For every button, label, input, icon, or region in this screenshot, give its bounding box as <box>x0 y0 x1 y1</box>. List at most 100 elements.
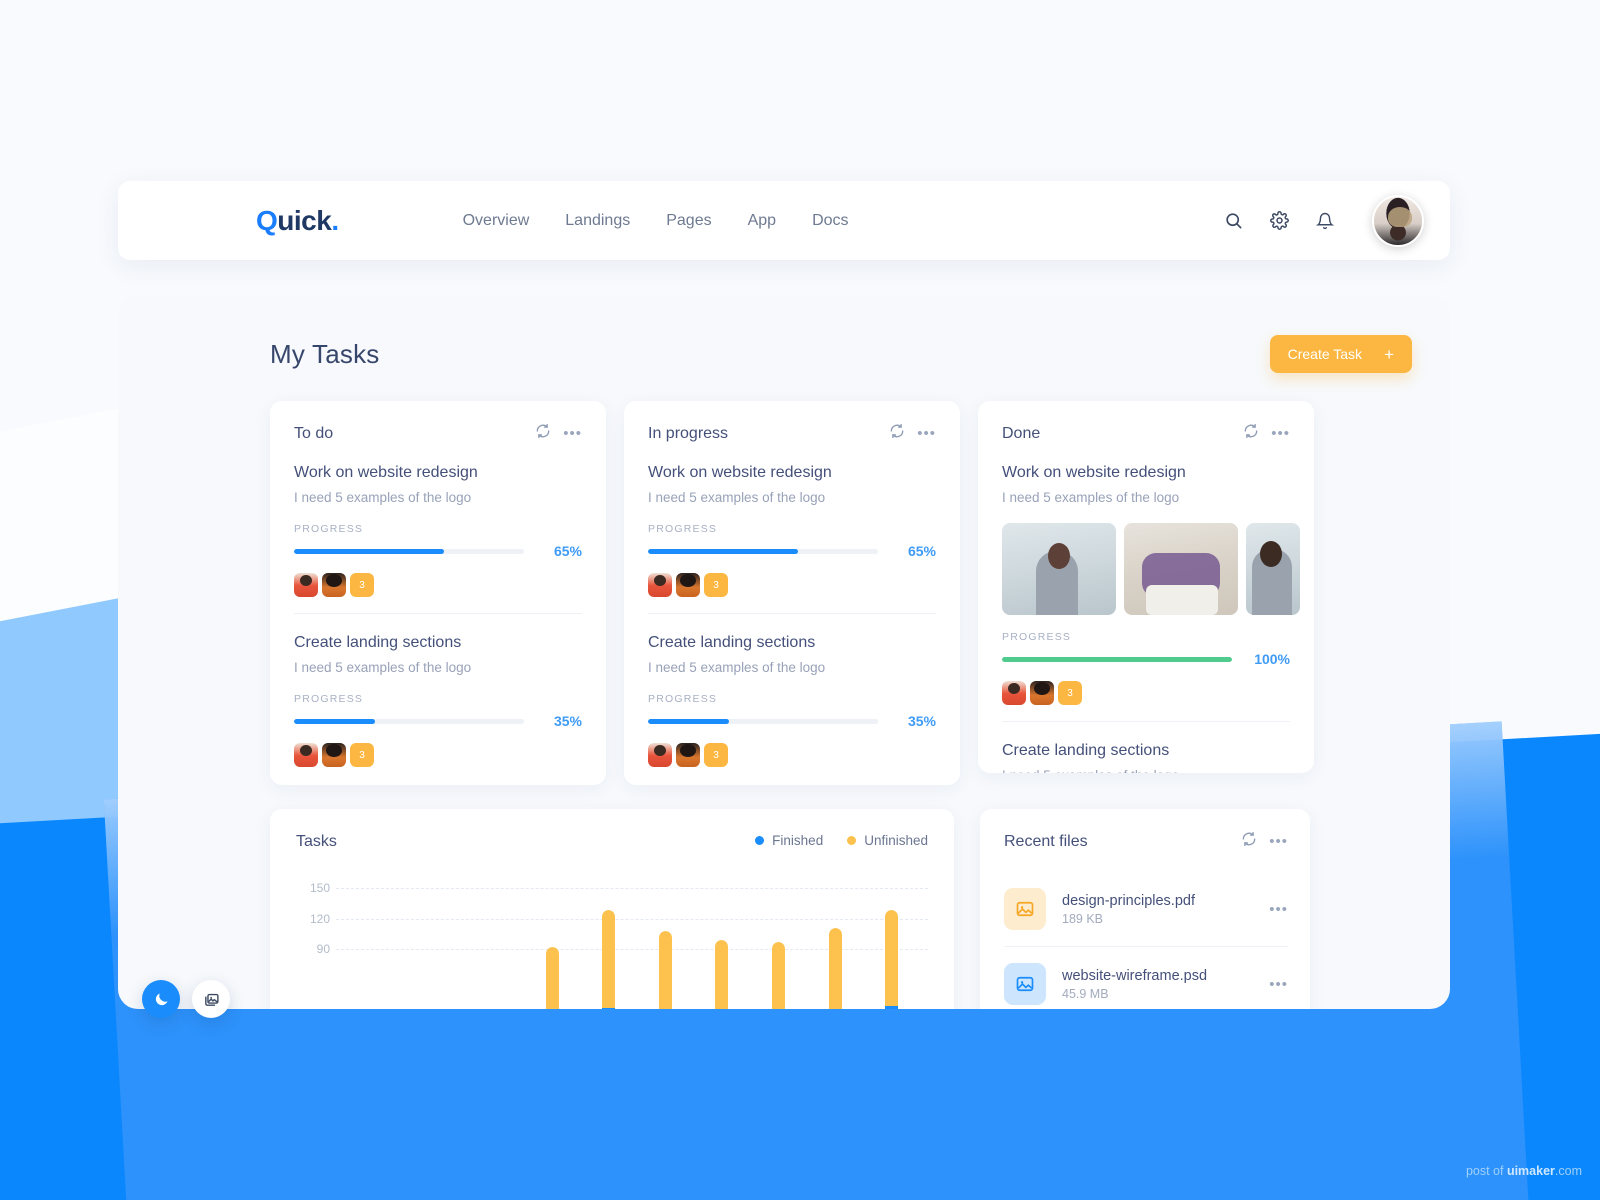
watermark-prefix: post of <box>1465 1164 1507 1178</box>
chart-plot-area: 90 120 150 <box>296 873 928 1009</box>
progress-fill <box>294 718 375 724</box>
avatar-overflow-badge[interactable]: 3 <box>704 573 728 597</box>
attachment-thumbnail[interactable] <box>1246 523 1300 615</box>
column-actions: ••• <box>889 423 936 444</box>
more-options-icon[interactable]: ••• <box>917 426 936 441</box>
avatar[interactable] <box>648 743 672 767</box>
chart-bar[interactable] <box>545 947 559 1009</box>
bell-icon[interactable] <box>1314 210 1336 232</box>
avatar-overflow-badge[interactable]: 3 <box>350 573 374 597</box>
more-options-icon[interactable]: ••• <box>1271 426 1290 441</box>
refresh-icon[interactable] <box>889 423 905 444</box>
chart-bar[interactable] <box>828 928 842 1009</box>
chart-header: Tasks Finished Unfinished <box>296 833 928 851</box>
attachment-thumbnail[interactable] <box>1002 523 1116 615</box>
column-header: In progress ••• <box>648 423 936 444</box>
image-icon <box>1004 963 1046 1005</box>
avatar-overflow-badge[interactable]: 3 <box>704 743 728 767</box>
user-avatar[interactable] <box>1372 194 1424 247</box>
task-title: Work on website redesign <box>294 464 478 481</box>
progress-percent: 35% <box>907 713 936 729</box>
avatar[interactable] <box>322 743 346 767</box>
avatar[interactable] <box>294 743 318 767</box>
chart-bar-slot <box>863 873 920 1009</box>
task-title: Work on website redesign <box>648 464 832 481</box>
progress-label: PROGRESS <box>648 693 718 705</box>
refresh-icon[interactable] <box>1241 831 1257 852</box>
nav-item-landings[interactable]: Landings <box>565 212 630 230</box>
task-subtitle: I need 5 examples of the logo <box>294 660 472 675</box>
nav-item-app[interactable]: App <box>748 212 776 230</box>
chart-bar[interactable] <box>658 931 672 1009</box>
search-icon[interactable] <box>1222 210 1244 232</box>
file-list-item[interactable]: website-wireframe.psd 45.9 MB ••• <box>1004 946 1288 1009</box>
file-more-options-icon[interactable]: ••• <box>1269 901 1288 918</box>
chart-bar[interactable] <box>885 909 899 1009</box>
avatar[interactable] <box>1002 681 1026 705</box>
column-header: To do ••• <box>294 423 582 444</box>
brand-logo[interactable]: Quick. <box>256 205 339 237</box>
progress-percent: 65% <box>907 543 936 559</box>
column-title-inprogress: In progress <box>648 424 729 442</box>
file-more-options-icon[interactable]: ••• <box>1269 976 1288 993</box>
chart-bar-segment-unfinished <box>828 928 842 1009</box>
more-options-icon[interactable]: ••• <box>563 426 582 441</box>
more-options-icon[interactable]: ••• <box>1269 834 1288 849</box>
task-subtitle: I need 5 examples of the logo <box>1002 768 1290 773</box>
chart-bar[interactable] <box>602 909 616 1009</box>
avatar[interactable] <box>294 573 318 597</box>
assignee-avatars: 3 <box>294 573 582 597</box>
legend-bullet <box>755 836 765 845</box>
legend-item-finished[interactable]: Finished <box>755 833 823 848</box>
nav-item-docs[interactable]: Docs <box>812 212 848 230</box>
legend-item-unfinished[interactable]: Unfinished <box>847 833 928 848</box>
create-task-label: Create Task <box>1287 346 1363 362</box>
file-meta: website-wireframe.psd 45.9 MB <box>1062 968 1207 1001</box>
avatar-overflow-badge[interactable]: 3 <box>350 743 374 767</box>
gear-icon[interactable] <box>1268 210 1290 232</box>
assignee-avatars: 3 <box>648 573 936 597</box>
avatar[interactable] <box>648 573 672 597</box>
avatar[interactable] <box>322 573 346 597</box>
progress-track <box>294 548 524 554</box>
assignee-avatars: 3 <box>1002 681 1290 705</box>
progress-track <box>1002 656 1232 662</box>
chart-y-tick-label: 120 <box>309 911 330 926</box>
column-actions: ••• <box>1243 423 1290 444</box>
task-item[interactable]: Work on website redesign I need 5 exampl… <box>1002 464 1300 705</box>
task-title: Create landing sections <box>294 634 462 651</box>
refresh-icon[interactable] <box>535 423 551 444</box>
avatar-overflow-badge[interactable]: 3 <box>1058 681 1082 705</box>
image-icon <box>1004 888 1046 930</box>
moon-icon[interactable] <box>142 980 180 1018</box>
attachment-thumbnail[interactable] <box>1124 523 1238 615</box>
task-column-inprogress: In progress ••• Work on website redesign… <box>624 401 960 785</box>
nav-item-overview[interactable]: Overview <box>463 212 530 230</box>
file-list-item[interactable]: design-principles.pdf 189 KB ••• <box>1004 872 1288 946</box>
nav-item-pages[interactable]: Pages <box>666 212 711 230</box>
create-task-button[interactable]: Create Task + <box>1269 335 1412 373</box>
task-item[interactable]: Create landing sections I need 5 example… <box>648 613 936 767</box>
progress-percent: 100% <box>1254 651 1290 667</box>
legend-label: Unfinished <box>864 833 928 848</box>
chart-bar[interactable] <box>771 942 785 1009</box>
refresh-icon[interactable] <box>1243 423 1259 444</box>
images-icon[interactable] <box>192 980 230 1018</box>
task-column-done: Done ••• Work on website redesign I need… <box>978 401 1314 773</box>
top-bar-actions <box>1222 194 1432 247</box>
task-subtitle: I need 5 examples of the logo <box>648 660 826 675</box>
avatar[interactable] <box>676 743 700 767</box>
avatar[interactable] <box>1030 681 1054 705</box>
task-item[interactable]: Work on website redesign I need 5 exampl… <box>294 464 582 597</box>
task-item[interactable]: Create landing sections I need 5 example… <box>1002 721 1290 773</box>
chart-bar-segment-unfinished <box>715 940 729 1009</box>
progress-fill <box>648 548 798 554</box>
file-name: website-wireframe.psd <box>1062 967 1208 984</box>
task-item[interactable]: Create landing sections I need 5 example… <box>294 613 582 767</box>
chart-bar[interactable] <box>715 940 729 1009</box>
progress-label: PROGRESS <box>648 523 718 535</box>
file-name: design-principles.pdf <box>1062 892 1195 909</box>
task-item[interactable]: Work on website redesign I need 5 exampl… <box>648 464 936 597</box>
avatar[interactable] <box>676 573 700 597</box>
progress-row: 65% <box>648 543 936 559</box>
